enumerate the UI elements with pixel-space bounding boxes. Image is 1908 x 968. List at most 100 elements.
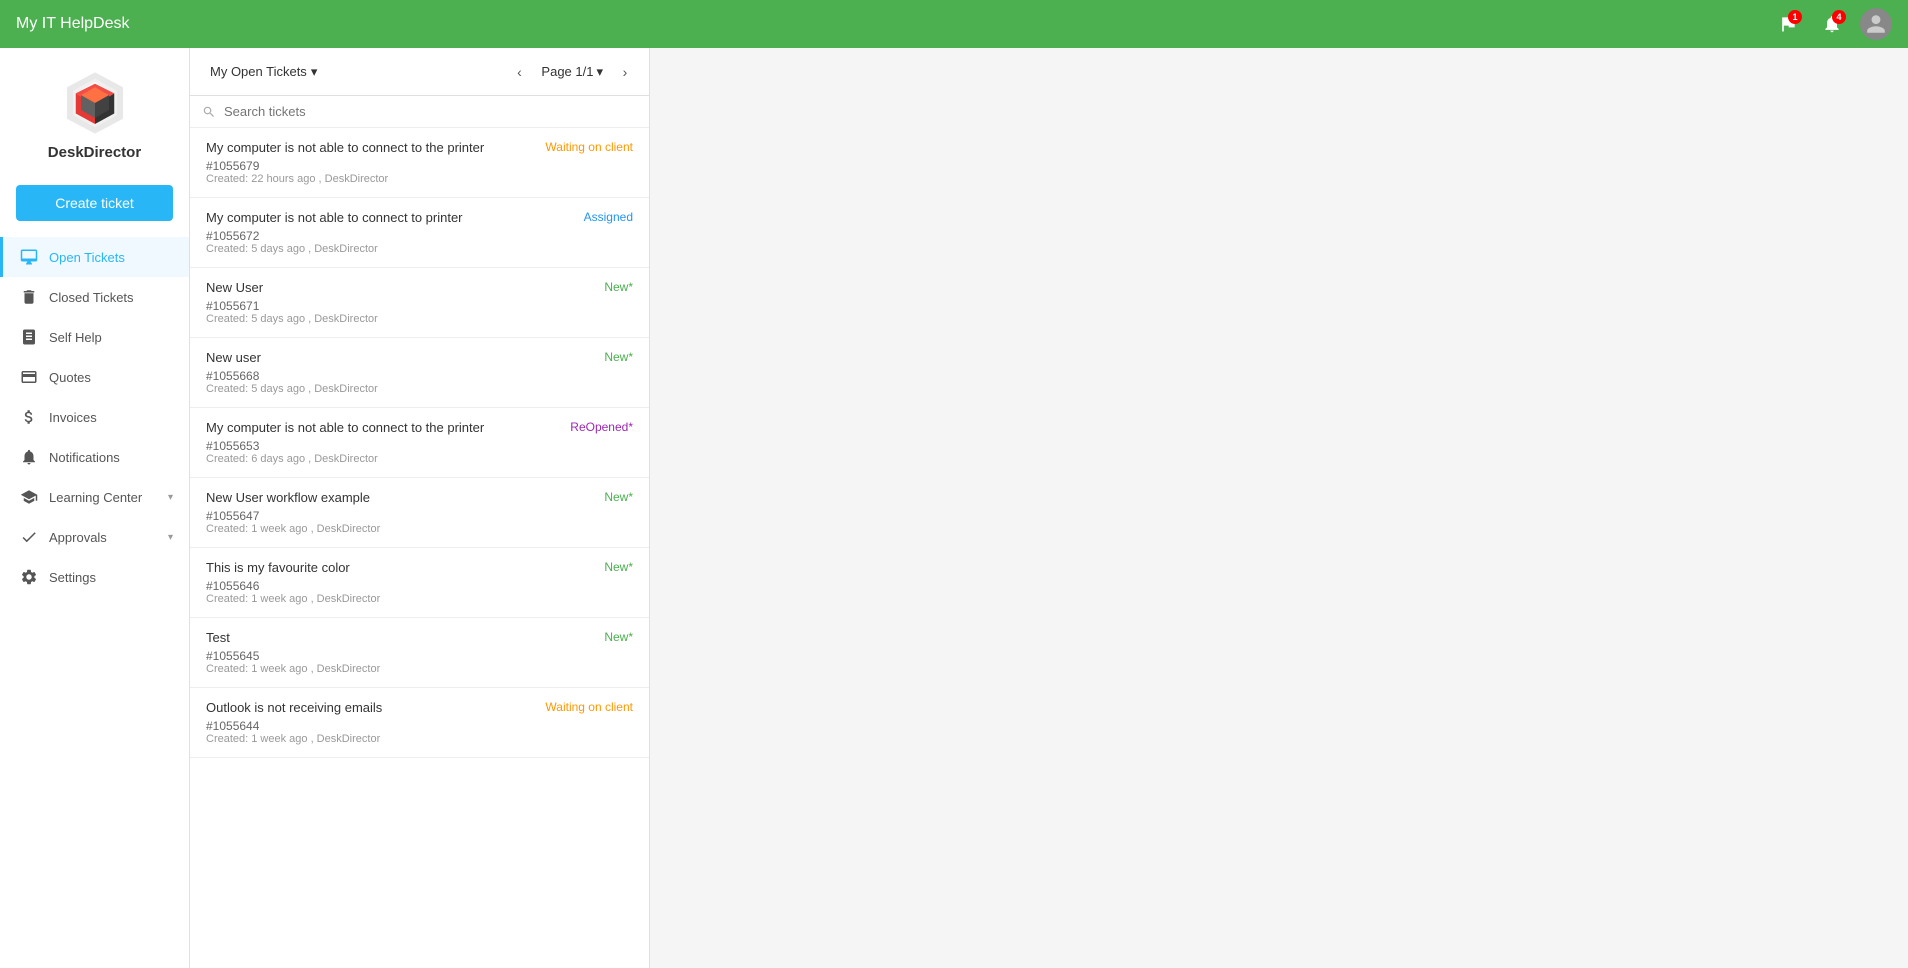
table-row[interactable]: My computer is not able to connect to th… <box>190 408 649 478</box>
sidebar-item-notifications[interactable]: Notifications <box>0 437 189 477</box>
ticket-meta: Created: 1 week ago , DeskDirector <box>206 593 633 605</box>
monitor-icon <box>19 247 39 267</box>
table-row[interactable]: Test New* #1055645 Created: 1 week ago ,… <box>190 618 649 688</box>
filter-button[interactable]: My Open Tickets ▾ <box>202 60 325 84</box>
logo-area: DeskDirector <box>0 48 189 177</box>
sidebar-item-settings[interactable]: Settings <box>0 557 189 597</box>
sidebar-item-invoices[interactable]: Invoices <box>0 397 189 437</box>
filter-label: My Open Tickets <box>210 64 307 79</box>
table-row[interactable]: My computer is not able to connect to pr… <box>190 198 649 268</box>
ticket-row-top: My computer is not able to connect to th… <box>206 140 633 155</box>
sidebar-item-closed-tickets[interactable]: Closed Tickets <box>0 277 189 317</box>
card-icon <box>19 367 39 387</box>
ticket-id: #1055668 <box>206 369 633 383</box>
flag-button[interactable]: 1 <box>1772 8 1804 40</box>
ticket-title: This is my favourite color <box>206 560 596 575</box>
nav-label-learning-center: Learning Center <box>49 490 158 505</box>
page-indicator[interactable]: Page 1/1 ▾ <box>535 62 609 82</box>
topbar: My IT HelpDesk 1 4 <box>0 0 1908 48</box>
create-ticket-button[interactable]: Create ticket <box>16 185 173 221</box>
approvals-icon <box>19 527 39 547</box>
sidebar-item-approvals[interactable]: Approvals ▾ <box>0 517 189 557</box>
sidebar-item-open-tickets[interactable]: Open Tickets <box>0 237 189 277</box>
page-dropdown-icon: ▾ <box>596 64 603 80</box>
filter-dropdown-icon: ▾ <box>311 64 318 80</box>
ticket-meta: Created: 22 hours ago , DeskDirector <box>206 173 633 185</box>
ticket-title: My computer is not able to connect to pr… <box>206 210 576 225</box>
sidebar-nav: Open Tickets Closed Tickets Self HelpQuote… <box>0 237 189 597</box>
ticket-title: New User workflow example <box>206 490 596 505</box>
table-row[interactable]: My computer is not able to connect to th… <box>190 128 649 198</box>
topbar-actions: 1 4 <box>1772 8 1892 40</box>
ticket-meta: Created: 1 week ago , DeskDirector <box>206 523 633 535</box>
table-row[interactable]: New user New* #1055668 Created: 5 days a… <box>190 338 649 408</box>
nav-label-open-tickets: Open Tickets <box>49 250 173 265</box>
sidebar-item-learning-center[interactable]: Learning Center ▾ <box>0 477 189 517</box>
sidebar-item-quotes[interactable]: Quotes <box>0 357 189 397</box>
ticket-meta: Created: 5 days ago , DeskDirector <box>206 313 633 325</box>
ticket-id: #1055653 <box>206 439 633 453</box>
ticket-title: My computer is not able to connect to th… <box>206 140 537 155</box>
table-row[interactable]: New User New* #1055671 Created: 5 days a… <box>190 268 649 338</box>
ticket-meta: Created: 1 week ago , DeskDirector <box>206 733 633 745</box>
ticket-meta: Created: 5 days ago , DeskDirector <box>206 243 633 255</box>
ticket-id: #1055646 <box>206 579 633 593</box>
table-row[interactable]: Outlook is not receiving emails Waiting … <box>190 688 649 758</box>
user-icon <box>1865 13 1887 35</box>
search-bar <box>190 96 649 128</box>
prev-page-button[interactable]: ‹ <box>507 60 531 84</box>
nav-label-closed-tickets: Closed Tickets <box>49 290 173 305</box>
ticket-row-top: Outlook is not receiving emails Waiting … <box>206 700 633 715</box>
ticket-id: #1055645 <box>206 649 633 663</box>
right-panel <box>650 48 1908 968</box>
gear-icon <box>19 567 39 587</box>
book-icon <box>19 327 39 347</box>
status-badge: ReOpened* <box>570 420 633 434</box>
status-badge: New* <box>604 490 633 504</box>
ticket-id: #1055647 <box>206 509 633 523</box>
search-icon <box>202 105 216 119</box>
bell-icon <box>19 447 39 467</box>
next-page-button[interactable]: › <box>613 60 637 84</box>
sidebar: DeskDirector Create ticket Open Tickets C… <box>0 48 190 968</box>
ticket-id: #1055644 <box>206 719 633 733</box>
tickets-panel: My Open Tickets ▾ ‹ Page 1/1 ▾ › My comp… <box>190 48 650 968</box>
logo-image <box>60 68 130 138</box>
ticket-row-top: New User New* <box>206 280 633 295</box>
search-input[interactable] <box>224 104 637 119</box>
user-avatar[interactable] <box>1860 8 1892 40</box>
dollar-icon <box>19 407 39 427</box>
ticket-row-top: My computer is not able to connect to th… <box>206 420 633 435</box>
app-title: My IT HelpDesk <box>16 15 1772 33</box>
bell-button[interactable]: 4 <box>1816 8 1848 40</box>
status-badge: Assigned <box>584 210 633 224</box>
nav-label-notifications: Notifications <box>49 450 173 465</box>
sidebar-item-self-help[interactable]: Self Help <box>0 317 189 357</box>
status-badge: New* <box>604 560 633 574</box>
ticket-row-top: New user New* <box>206 350 633 365</box>
table-row[interactable]: New User workflow example New* #1055647 … <box>190 478 649 548</box>
ticket-title: New user <box>206 350 596 365</box>
ticket-title: New User <box>206 280 596 295</box>
main-layout: DeskDirector Create ticket Open Tickets C… <box>0 48 1908 968</box>
status-badge: New* <box>604 280 633 294</box>
ticket-meta: Created: 1 week ago , DeskDirector <box>206 663 633 675</box>
ticket-row-top: New User workflow example New* <box>206 490 633 505</box>
nav-label-approvals: Approvals <box>49 530 158 545</box>
table-row[interactable]: This is my favourite color New* #1055646… <box>190 548 649 618</box>
ticket-title: Test <box>206 630 596 645</box>
ticket-row-top: My computer is not able to connect to pr… <box>206 210 633 225</box>
ticket-row-top: This is my favourite color New* <box>206 560 633 575</box>
ticket-title: My computer is not able to connect to th… <box>206 420 562 435</box>
avatar <box>1860 8 1892 40</box>
status-badge: New* <box>604 350 633 364</box>
chevron-down-icon: ▾ <box>168 532 173 543</box>
tickets-list: My computer is not able to connect to th… <box>190 128 649 968</box>
pagination-area: ‹ Page 1/1 ▾ › <box>507 60 637 84</box>
ticket-title: Outlook is not receiving emails <box>206 700 537 715</box>
chevron-down-icon: ▾ <box>168 492 173 503</box>
ticket-meta: Created: 6 days ago , DeskDirector <box>206 453 633 465</box>
logo-text: DeskDirector <box>48 144 141 161</box>
nav-label-settings: Settings <box>49 570 173 585</box>
ticket-id: #1055671 <box>206 299 633 313</box>
